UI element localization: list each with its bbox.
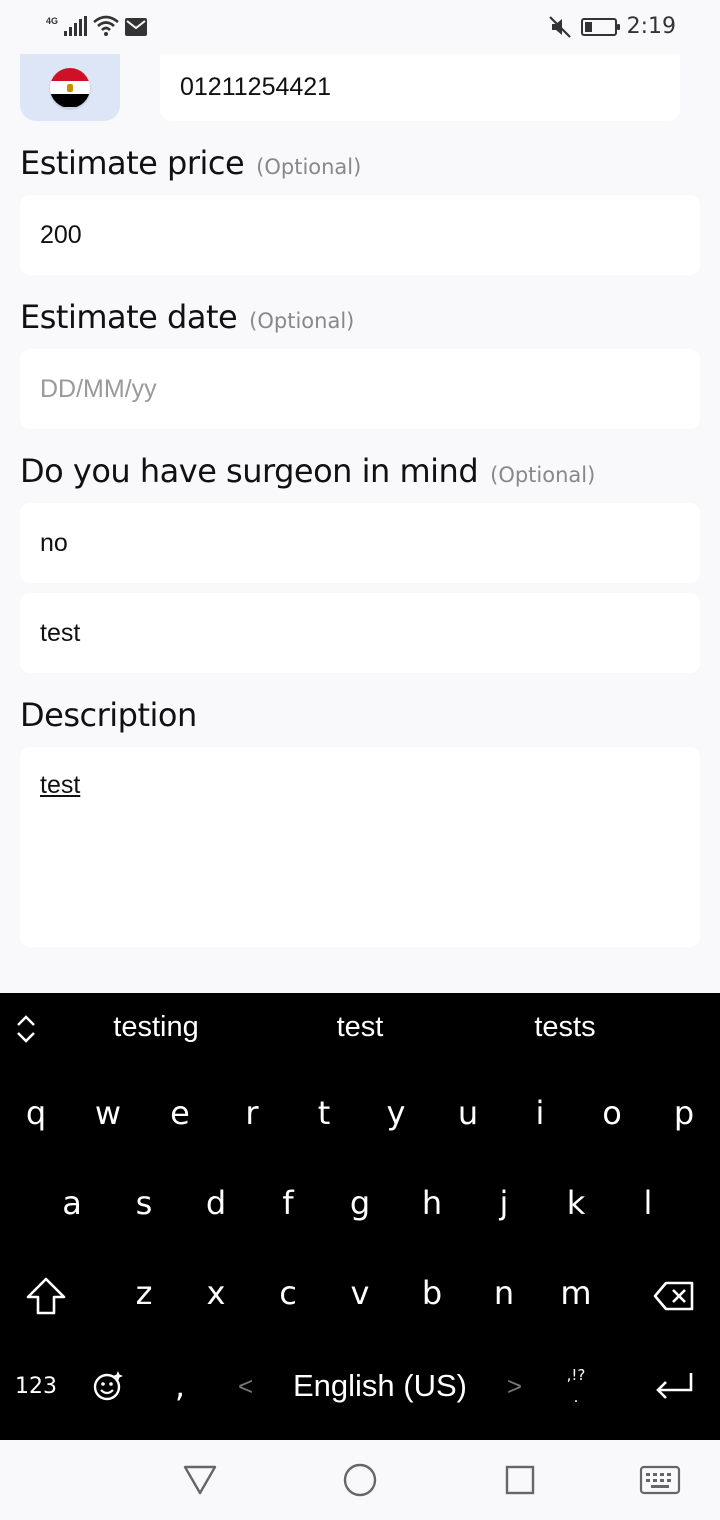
key-k[interactable]: k [540,1158,612,1248]
emoji-key[interactable] [72,1341,144,1431]
suggestion-2[interactable]: test [270,1011,450,1044]
key-z[interactable]: z [108,1248,180,1338]
description-label: Description [20,696,197,734]
status-time: 2:19 [626,14,676,39]
keyboard-switch-button[interactable] [638,1458,682,1502]
language-prev-arrow: < [238,1370,254,1401]
key-x[interactable]: x [180,1248,252,1338]
key-c[interactable]: c [252,1248,324,1338]
punctuation-key[interactable]: ,!? . [540,1341,612,1431]
recents-button[interactable] [498,1458,542,1502]
key-g[interactable]: g [324,1158,396,1248]
back-triangle-icon [183,1465,217,1495]
surgeon-optional: (Optional) [490,463,596,487]
estimate-date-label: Estimate date [20,298,238,336]
enter-key[interactable] [628,1341,720,1431]
battery-icon [580,17,620,36]
estimate-date-input[interactable]: DD/MM/yy [20,349,700,429]
key-v[interactable]: v [324,1248,396,1338]
key-s[interactable]: s [108,1158,180,1248]
network-type-label: 4G [46,16,59,26]
punctuation-top: ,!? [566,1366,586,1384]
key-f[interactable]: f [252,1158,324,1248]
estimate-date-optional: (Optional) [249,309,355,333]
description-textarea[interactable]: test [20,747,700,947]
language-next-arrow: > [506,1370,522,1401]
shift-icon [26,1277,66,1315]
estimate-price-optional: (Optional) [256,155,362,179]
surgeon-name-input[interactable]: test [20,593,700,673]
key-r[interactable]: r [216,1068,288,1158]
key-t[interactable]: t [288,1068,360,1158]
numbers-key[interactable]: 123 [0,1341,72,1431]
wifi-icon [93,15,119,36]
estimate-price-label-row: Estimate price (Optional) [20,144,361,182]
key-e[interactable]: e [144,1068,216,1158]
suggestion-3[interactable]: tests [475,1011,655,1044]
suggestion-1[interactable]: testing [66,1011,246,1044]
surgeon-label-row: Do you have surgeon in mind (Optional) [20,452,595,490]
space-bar[interactable]: < English (US) > [230,1341,530,1431]
mute-icon [548,15,571,38]
key-y[interactable]: y [360,1068,432,1158]
emoji-icon [93,1371,123,1401]
key-p[interactable]: p [648,1068,720,1158]
surgeon-label: Do you have surgeon in mind [20,452,479,490]
comma-key[interactable]: , [144,1341,216,1431]
key-n[interactable]: n [468,1248,540,1338]
key-j[interactable]: j [468,1158,540,1248]
expand-collapse-icon[interactable] [14,1013,38,1045]
surgeon-choice-input[interactable]: no [20,503,700,583]
suggestion-bar: testing test tests [0,993,720,1065]
signal-icon [64,16,88,36]
egypt-flag-icon [50,67,90,108]
home-circle-icon [343,1463,377,1497]
recents-square-icon [505,1465,535,1495]
key-i[interactable]: i [504,1068,576,1158]
keyboard: testing test tests qwertyuiop asdfghjkl zx… [0,993,720,1440]
key-l[interactable]: l [612,1158,684,1248]
phone-number-input[interactable]: 01211254421 [160,54,680,121]
key-d[interactable]: d [180,1158,252,1248]
key-h[interactable]: h [396,1158,468,1248]
key-o[interactable]: o [576,1068,648,1158]
estimate-price-input[interactable]: 200 [20,195,700,275]
language-label: English (US) [293,1368,467,1403]
punctuation-bottom: . [573,1388,579,1406]
home-button[interactable] [338,1458,382,1502]
key-w[interactable]: w [72,1068,144,1158]
backspace-icon [653,1281,694,1311]
mail-icon [125,18,148,36]
shift-key[interactable] [0,1251,92,1341]
enter-icon [656,1373,693,1399]
estimate-date-label-row: Estimate date (Optional) [20,298,354,336]
key-m[interactable]: m [540,1248,612,1338]
description-label-row: Description [20,696,197,734]
back-button[interactable] [178,1458,222,1502]
key-a[interactable]: a [36,1158,108,1248]
status-bar: 4G 2:19 [0,0,720,54]
system-navigation-bar [0,1440,720,1520]
key-q[interactable]: q [0,1068,72,1158]
country-code-selector[interactable] [20,54,120,121]
description-text: test [40,771,81,799]
estimate-price-label: Estimate price [20,144,245,182]
keyboard-icon [639,1465,681,1495]
key-u[interactable]: u [432,1068,504,1158]
backspace-key[interactable] [628,1251,720,1341]
key-b[interactable]: b [396,1248,468,1338]
